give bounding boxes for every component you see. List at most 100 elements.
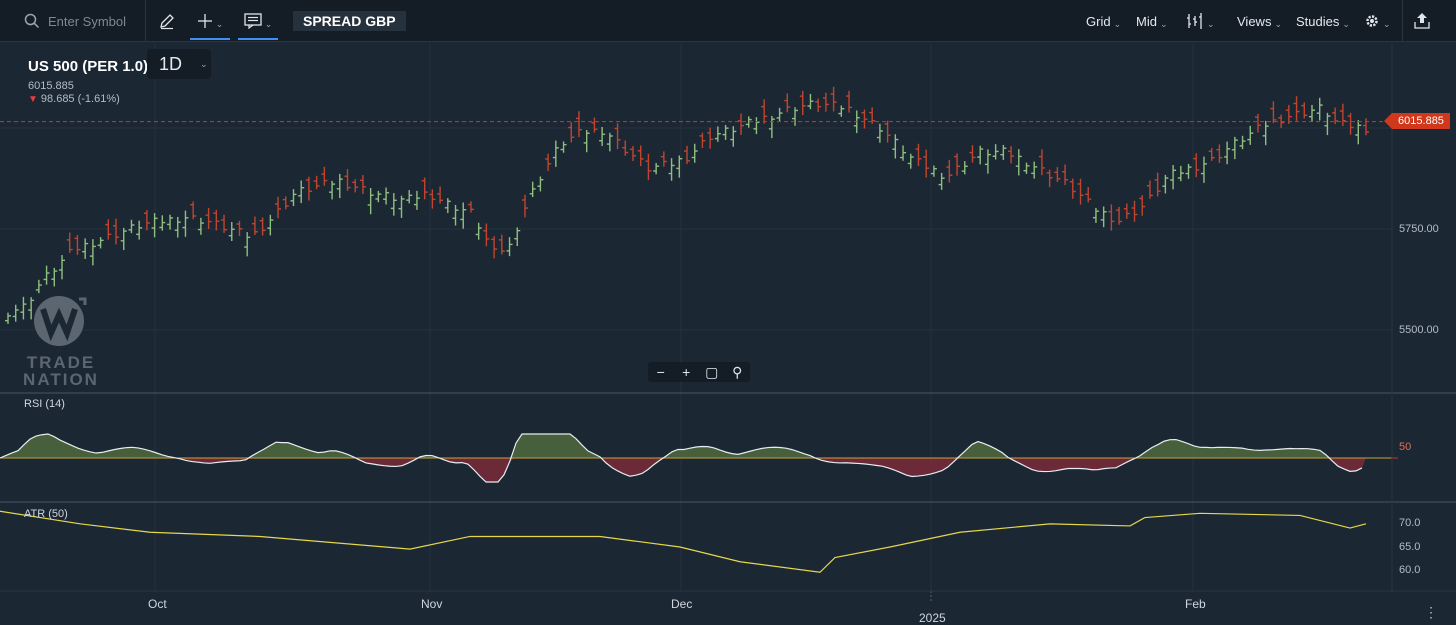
ohlc-bar xyxy=(722,124,729,140)
ohlc-bar xyxy=(290,189,297,207)
ohlc-bar xyxy=(622,140,629,156)
chevron-down-icon: ⌄ xyxy=(1159,18,1168,29)
ohlc-bar xyxy=(1363,118,1369,136)
chevron-down-icon: ⌄ xyxy=(215,18,224,29)
settings-menu[interactable]: ⌄ xyxy=(1364,0,1391,42)
ohlc-bar xyxy=(892,134,899,159)
ohlc-bar xyxy=(1285,104,1292,124)
ohlc-bar xyxy=(954,153,961,176)
ohlc-bar xyxy=(1347,112,1354,135)
ohlc-bar xyxy=(329,180,336,200)
rsi-panel-label[interactable]: RSI (14) xyxy=(24,398,65,410)
atr-panel-label[interactable]: ATR (50) xyxy=(24,508,68,520)
zoom-reset-icon[interactable]: ⚲ xyxy=(726,364,748,381)
ohlc-bar xyxy=(228,221,235,241)
ohlc-bar xyxy=(923,149,930,178)
ohlc-bar xyxy=(537,176,544,192)
ohlc-bar xyxy=(961,161,968,175)
x-axis-label: 2025 xyxy=(919,611,946,625)
share-export-icon xyxy=(1414,13,1430,29)
ohlc-bar xyxy=(691,143,698,163)
price-axis-label: 5500.00 xyxy=(1399,324,1439,336)
spread-currency-label[interactable]: SPREAD GBP xyxy=(293,11,406,31)
ohlc-bar xyxy=(784,93,791,113)
rsi-oversold-fill xyxy=(0,458,1366,482)
ohlc-bar xyxy=(1000,144,1007,160)
atr-line xyxy=(0,510,1367,573)
ohlc-bar xyxy=(1324,112,1331,136)
search-icon xyxy=(24,13,40,29)
comment-tool-button[interactable]: ⌄ xyxy=(236,0,280,42)
timeframe-selector[interactable]: 1D ⌄ xyxy=(147,49,211,79)
ohlc-bar xyxy=(1247,125,1254,145)
more-options-icon[interactable]: ⋮ xyxy=(1424,604,1438,621)
ohlc-bar xyxy=(884,120,891,143)
ohlc-bar xyxy=(406,190,413,204)
ohlc-bar xyxy=(761,99,768,124)
ohlc-bar xyxy=(977,145,984,165)
logo-text-line1: TRADE xyxy=(26,353,96,372)
ohlc-bar xyxy=(815,98,822,112)
ohlc-bar xyxy=(1301,102,1308,119)
ohlc-bar xyxy=(236,220,243,237)
ohlc-bar xyxy=(59,255,66,280)
zoom-in-icon[interactable]: + xyxy=(675,364,697,380)
ohlc-bar xyxy=(938,172,945,190)
ohlc-bar xyxy=(1162,174,1169,194)
symbol-name[interactable]: US 500 (PER 1.0) xyxy=(28,58,148,75)
chart-type-menu[interactable]: ⌄ xyxy=(1186,0,1215,42)
ohlc-bar xyxy=(645,153,652,181)
share-button[interactable] xyxy=(1412,0,1432,42)
ohlc-bar xyxy=(529,181,536,198)
ohlc-bar xyxy=(321,166,328,186)
views-menu[interactable]: Views ⌄ xyxy=(1237,0,1282,42)
ohlc-bar xyxy=(876,123,883,143)
ohlc-bar xyxy=(506,237,513,257)
zoom-out-icon[interactable]: − xyxy=(650,364,672,380)
ohlc-bar xyxy=(1139,195,1146,216)
ohlc-bar xyxy=(35,279,42,294)
rsi-level-label: 50 xyxy=(1399,441,1412,453)
ohlc-bar xyxy=(182,210,189,237)
symbol-search[interactable]: Enter Symbol xyxy=(0,0,146,42)
price-type-menu[interactable]: Mid ⌄ xyxy=(1136,0,1168,42)
ohlc-bar xyxy=(1108,204,1115,231)
ohlc-bar xyxy=(846,90,853,113)
crosshair-button[interactable]: ⌄ xyxy=(188,0,232,42)
ohlc-bar xyxy=(653,162,660,175)
ohlc-bars xyxy=(5,86,1369,324)
ohlc-bar xyxy=(1046,169,1053,188)
ohlc-bar xyxy=(830,86,837,112)
ohlc-bar xyxy=(1200,156,1207,183)
ohlc-bar xyxy=(738,113,745,135)
ohlc-bar xyxy=(552,140,559,167)
ohlc-bar xyxy=(1177,165,1184,182)
fit-screen-icon[interactable]: ▢ xyxy=(701,364,723,381)
ohlc-bar xyxy=(174,216,181,238)
ohlc-bar xyxy=(606,132,613,152)
draw-tool-button[interactable] xyxy=(152,0,182,42)
logo-text-line2: NATION xyxy=(23,370,99,389)
ohlc-bar xyxy=(1355,120,1362,145)
ohlc-bar xyxy=(1062,164,1069,186)
ohlc-bar xyxy=(707,127,714,149)
ohlc-bar xyxy=(313,175,320,190)
grid-menu[interactable]: Grid ⌄ xyxy=(1086,0,1121,42)
ohlc-bar xyxy=(668,158,675,181)
active-underline xyxy=(190,38,230,40)
ohlc-bar xyxy=(398,195,405,218)
ohlc-bar xyxy=(82,238,89,259)
ohlc-bar xyxy=(753,117,760,135)
ohlc-bar xyxy=(1031,161,1038,179)
ohlc-bar xyxy=(568,122,575,143)
studies-menu[interactable]: Studies ⌄ xyxy=(1296,0,1350,42)
chart-canvas[interactable] xyxy=(0,43,1456,625)
ohlc-bar xyxy=(444,198,451,214)
ohlc-bar xyxy=(545,153,552,172)
ohlc-bar xyxy=(799,90,806,116)
toolbar: Enter Symbol ⌄ ⌄ SPREAD GBP Grid ⌄ Mid ⌄ xyxy=(0,0,1456,42)
ohlc-bar xyxy=(197,217,204,235)
current-price-tag: 6015.885 xyxy=(1384,113,1450,129)
search-placeholder[interactable]: Enter Symbol xyxy=(48,14,126,29)
ohlc-bar xyxy=(151,213,158,238)
